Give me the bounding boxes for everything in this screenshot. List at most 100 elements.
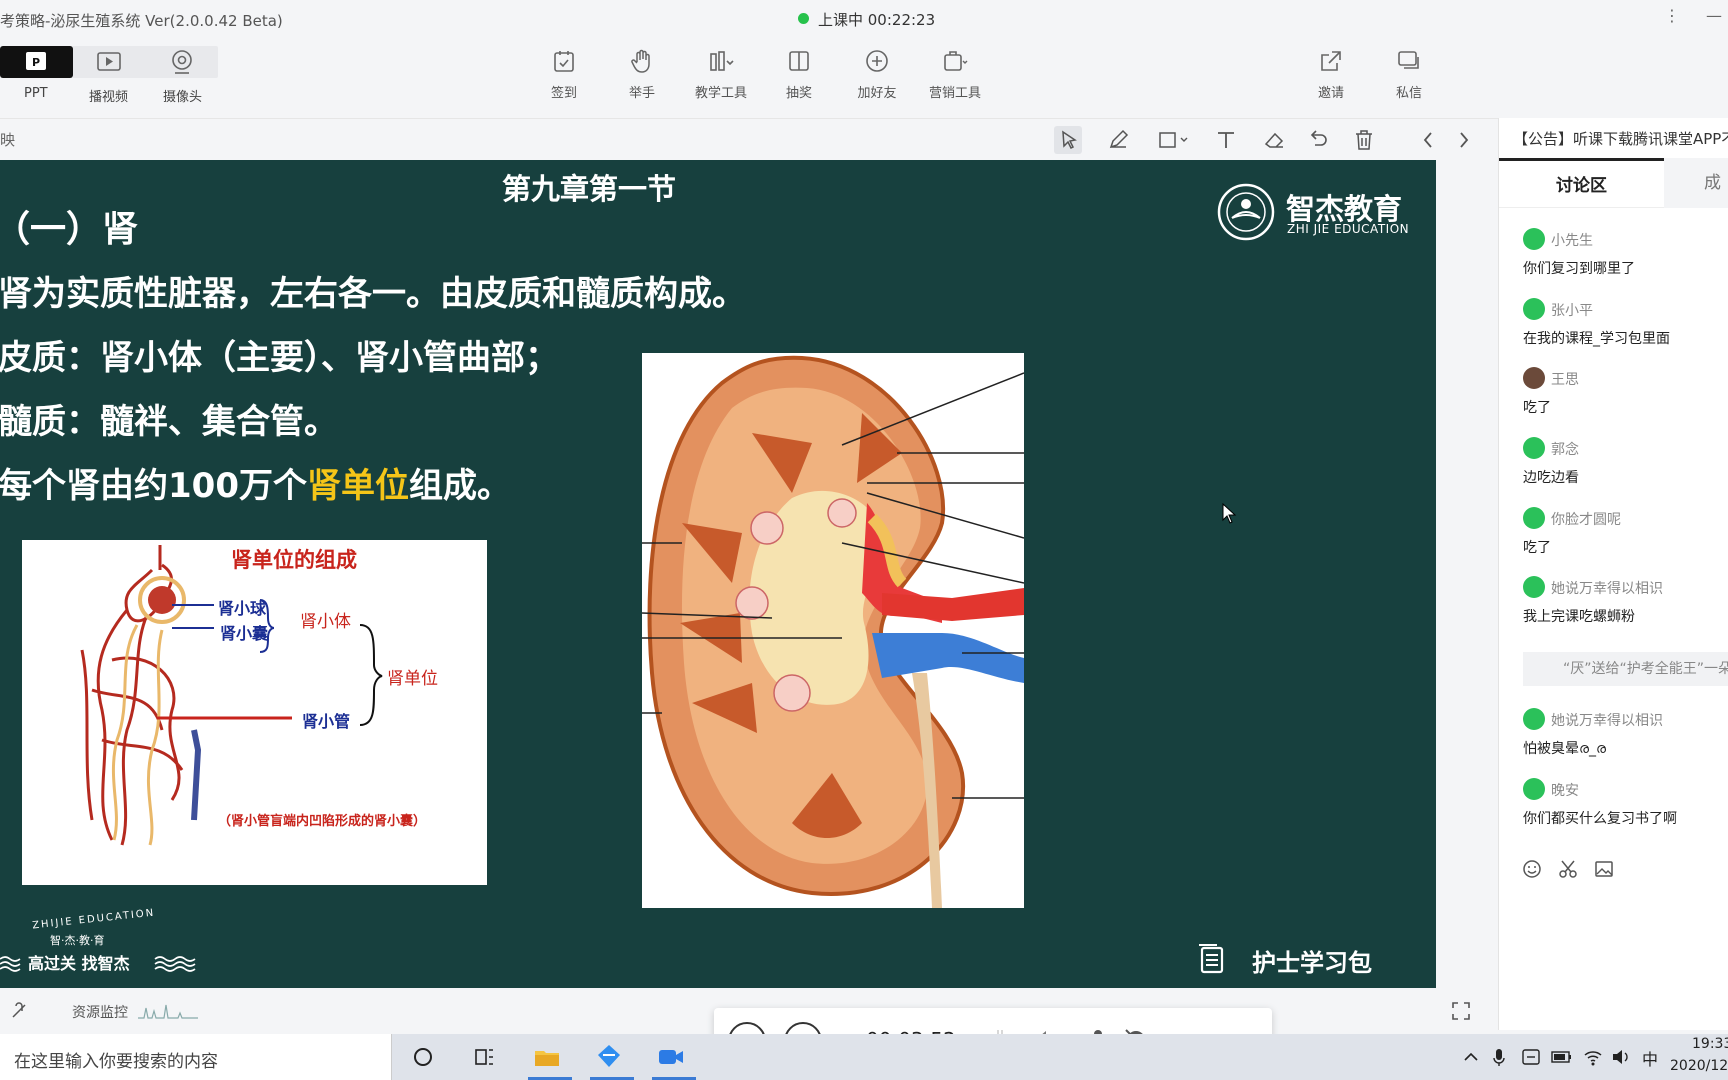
pen-icon (1109, 129, 1129, 149)
eraser-tool[interactable] (1260, 126, 1288, 154)
user-avatar (1523, 367, 1545, 389)
chat-text: 怕被臭晕ര_ര (1523, 741, 1607, 757)
slide-line-3: 髓质：髓袢、集合管。 (0, 402, 338, 442)
wifi-icon[interactable] (1582, 1046, 1604, 1068)
lottery-button[interactable]: 抽奖 (764, 48, 834, 101)
file-explorer-icon[interactable] (532, 1042, 562, 1072)
title-bar: 考策略-泌尿生殖系统 Ver(2.0.0.42 Beta) 上课中 00:22:… (0, 0, 1728, 38)
raise-hand-icon (631, 49, 650, 73)
checkin-label: 签到 (550, 86, 577, 101)
chat-text: 我上完课吃螺蛳粉 (1523, 609, 1635, 625)
chat-text: 吃了 (1523, 400, 1551, 416)
label-nephron: 肾单位 (387, 669, 438, 689)
image-icon[interactable] (1593, 858, 1615, 880)
more-icon[interactable]: ⋮ (1664, 6, 1680, 25)
minimize-icon[interactable]: — (1706, 6, 1722, 25)
volume-icon[interactable] (1610, 1046, 1632, 1068)
slide-line-2: 皮质：肾小体（主要）、肾小管曲部； (0, 338, 559, 378)
text-icon (1218, 132, 1234, 148)
slide-chapter: 第九章第一节 (502, 172, 677, 206)
fullscreen-icon[interactable] (1450, 1000, 1472, 1022)
scissors-icon[interactable] (1557, 858, 1579, 880)
wechat-avatar-icon (1523, 576, 1545, 598)
pen-tool[interactable] (1104, 126, 1132, 154)
prev-page-button[interactable] (1414, 126, 1442, 154)
tab-discussion[interactable]: 讨论区 (1499, 158, 1664, 208)
raise-hand-label: 举手 (628, 86, 655, 101)
chevron-up-icon[interactable] (1462, 1046, 1480, 1068)
ppt-button[interactable]: P (0, 46, 73, 78)
chat-sender: 小先生 (1551, 233, 1593, 249)
ppt-icon: P (26, 52, 46, 70)
sidebar-tabs: 讨论区 成 (1499, 158, 1728, 208)
wechat-avatar-icon (1523, 507, 1545, 529)
tray-app-icon[interactable] (1520, 1046, 1542, 1068)
zhijie-logo-icon (1217, 183, 1275, 241)
clear-tool[interactable] (1350, 126, 1378, 154)
gift-notification: “厌”送给“护考全能王”一朵 (1523, 652, 1728, 686)
screen-label: 映 (0, 131, 16, 149)
cortana-icon[interactable] (408, 1042, 438, 1072)
trash-icon (1356, 130, 1372, 150)
resource-monitor-label[interactable]: 资源监控 (72, 1002, 128, 1022)
eraser-icon (1264, 132, 1284, 148)
add-friend-button[interactable]: 加好友 (842, 48, 912, 101)
task-view-icon[interactable] (470, 1042, 500, 1072)
checkin-button[interactable]: 签到 (529, 48, 599, 101)
wechat-avatar-icon (1523, 298, 1545, 320)
next-page-button[interactable] (1450, 126, 1478, 154)
slide-line-4-start: 每个肾由约100万个 (0, 466, 307, 506)
marketing-button[interactable]: 营销工具 (920, 48, 990, 101)
chat-text: 在我的课程_学习包里面 (1523, 331, 1670, 347)
package-label: 护士学习包 (1252, 949, 1372, 977)
play-video-button[interactable] (90, 46, 128, 78)
battery-icon[interactable] (1550, 1046, 1574, 1068)
message-icon (1398, 51, 1419, 69)
select-tool[interactable] (1054, 126, 1082, 154)
wechat-avatar-icon (1523, 708, 1545, 730)
presentation-slide: 第九章第一节 （一）肾 肾为实质性脏器，左右各一。由皮质和髓质构成。 皮质：肾小… (0, 160, 1436, 988)
clock-time[interactable]: 19:33 (1692, 1036, 1728, 1052)
label-tubule: 肾小管 (302, 712, 351, 731)
chat-sender: 王思 (1551, 372, 1579, 388)
raise-hand-button[interactable]: 举手 (607, 48, 677, 101)
private-message-button[interactable]: 私信 (1374, 48, 1444, 101)
resource-graph-icon (138, 1004, 198, 1019)
undo-tool[interactable] (1304, 126, 1332, 154)
clock-date[interactable]: 2020/12 (1670, 1058, 1728, 1074)
tencent-classroom-icon[interactable] (594, 1042, 624, 1072)
figure-caption: （肾小管盲端内凹陷形成的肾小囊） (218, 814, 427, 829)
mic-off-icon[interactable] (8, 1000, 30, 1022)
camera-button[interactable] (164, 46, 200, 78)
teaching-tools-icon (710, 51, 734, 71)
cursor-icon (1062, 130, 1077, 150)
teaching-tools-button[interactable]: 教学工具 (686, 48, 756, 101)
live-indicator-icon (798, 13, 809, 24)
svg-text:P: P (32, 56, 40, 69)
text-tool[interactable] (1212, 126, 1240, 154)
marketing-label: 营销工具 (928, 86, 981, 101)
tray-mic-icon[interactable] (1490, 1046, 1508, 1068)
chat-sender: 张小平 (1551, 303, 1593, 319)
tab-members[interactable]: 成 (1664, 158, 1728, 208)
brand-chinese: 智·杰·教·育 (50, 934, 105, 947)
search-placeholder: 在这里输入你要搜索的内容 (14, 1052, 218, 1072)
slide-highlight: 肾单位 (306, 466, 409, 506)
live-status: 上课中 00:22:23 (818, 11, 936, 29)
toolbar: P PPT 播视频 摄像头 签到 举手 教学工具 抽奖 加好友 营销工具 邀请 … (0, 38, 1728, 118)
invite-label: 邀请 (1317, 86, 1344, 101)
emoji-icon[interactable] (1521, 858, 1543, 880)
video-app-icon[interactable] (656, 1042, 686, 1072)
book-icon (1199, 944, 1224, 974)
chevron-left-icon (1423, 132, 1432, 148)
invite-button[interactable]: 邀请 (1296, 48, 1366, 101)
marketing-icon (944, 51, 968, 71)
taskbar-search[interactable]: 在这里输入你要搜索的内容 (0, 1034, 392, 1080)
announcement[interactable]: 【公告】听课下载腾讯课堂APP不 (1513, 128, 1728, 149)
nephron-drawing (80, 545, 383, 846)
share-icon (1321, 51, 1341, 71)
wechat-avatar-icon (1523, 778, 1545, 800)
chat-text: 边吃边看 (1523, 470, 1579, 486)
shape-tool[interactable] (1154, 126, 1198, 154)
ime-indicator[interactable]: 中 (1642, 1046, 1658, 1070)
